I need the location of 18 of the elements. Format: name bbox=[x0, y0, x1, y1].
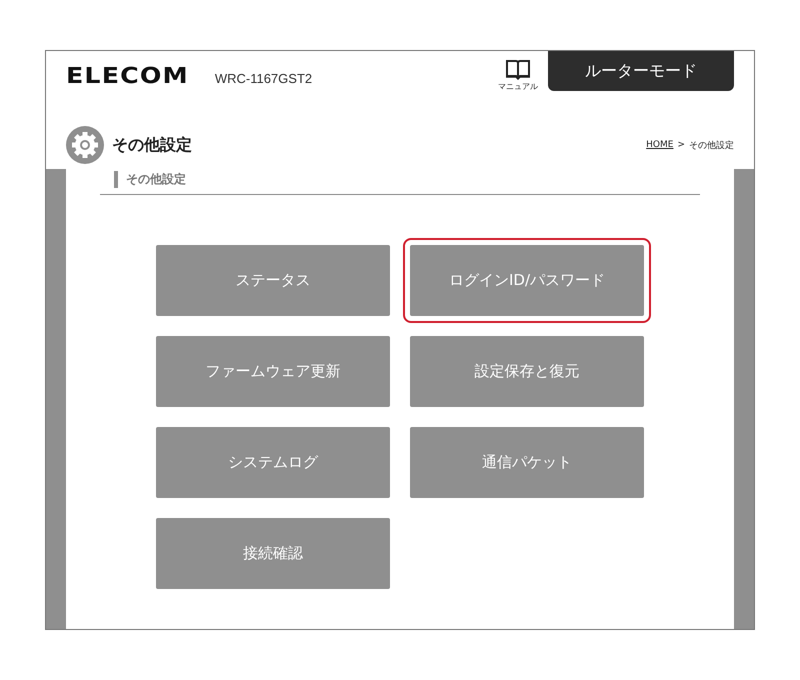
breadcrumb-current: その他設定 bbox=[689, 140, 734, 152]
menu-button[interactable]: ステータス bbox=[156, 245, 390, 316]
book-icon bbox=[505, 58, 531, 80]
mode-tab[interactable]: ルーターモード bbox=[548, 51, 734, 91]
home-link[interactable]: HOME bbox=[646, 140, 674, 150]
brand-logo: ELECOM bbox=[66, 64, 189, 89]
menu-button[interactable]: ログインID/パスワード bbox=[410, 245, 644, 316]
menu-button[interactable]: ファームウェア更新 bbox=[156, 336, 390, 407]
menu-button[interactable]: 接続確認 bbox=[156, 518, 390, 589]
manual-link[interactable]: マニュアル bbox=[498, 58, 538, 92]
section-heading: その他設定 bbox=[114, 171, 186, 188]
page-title: その他設定 bbox=[112, 134, 193, 156]
menu-button[interactable]: システムログ bbox=[156, 427, 390, 498]
menu-button[interactable]: 設定保存と復元 bbox=[410, 336, 644, 407]
breadcrumb-separator: > bbox=[677, 140, 685, 150]
settings-icon bbox=[66, 126, 104, 164]
menu-button[interactable]: 通信パケット bbox=[410, 427, 644, 498]
model-name: WRC-1167GST2 bbox=[214, 71, 312, 86]
